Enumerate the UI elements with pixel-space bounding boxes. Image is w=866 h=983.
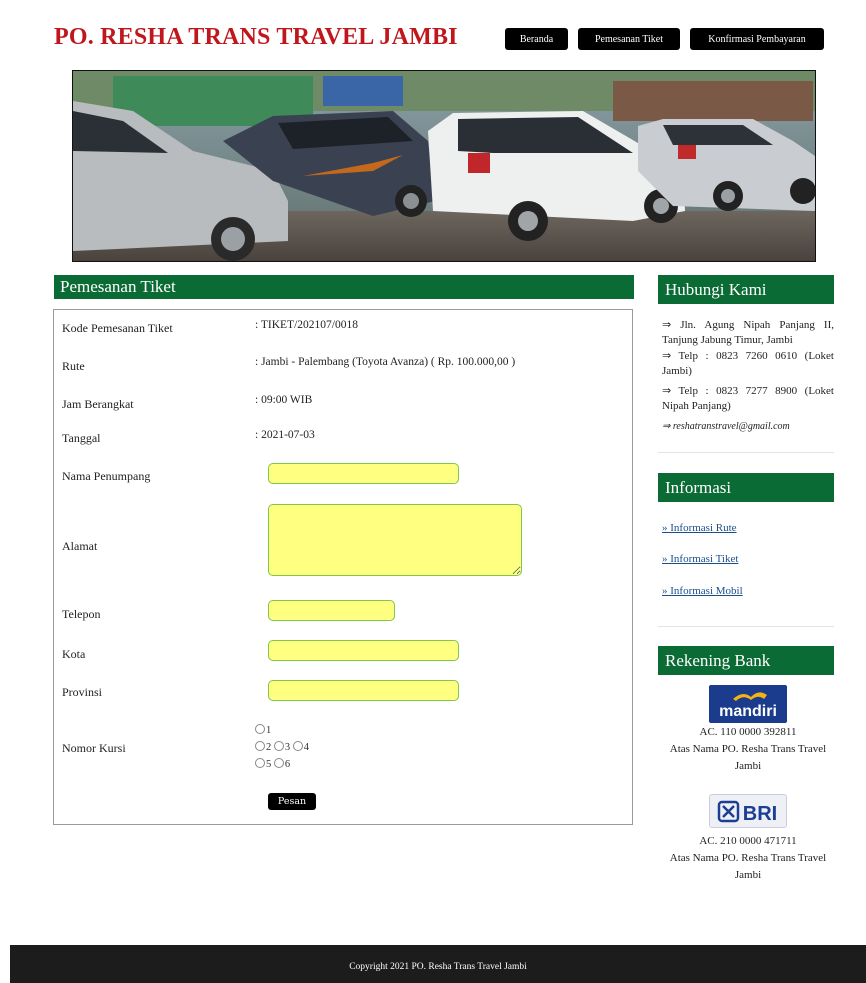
sidebar-divider <box>658 626 834 627</box>
tanggal-value: : 2021-07-03 <box>255 429 315 441</box>
seat-6-radio[interactable]: 6 <box>273 758 290 770</box>
mandiri-account-number: AC. 110 0000 392811 <box>699 726 797 738</box>
contact-phone-nipah: ⇒ Telp : 0823 7277 8900 (Loket Nipah Pan… <box>662 385 834 412</box>
contact-address: ⇒ Jln. Agung Nipah Panjang II, Tanjung J… <box>662 319 834 346</box>
kursi-row-3: 5 6 <box>255 758 290 770</box>
nav-beranda-button[interactable]: Beranda <box>505 28 568 50</box>
provinsi-input[interactable] <box>268 680 459 701</box>
seat-1-radio[interactable]: 1 <box>255 724 271 736</box>
kursi-row-2: 2 3 4 <box>255 741 309 753</box>
pesan-button[interactable]: Pesan <box>268 793 316 810</box>
sidebar-divider <box>658 452 834 453</box>
provinsi-label: Provinsi <box>62 685 103 699</box>
mandiri-account-holder: Atas Nama PO. Resha Trans Travel Jambi <box>669 743 827 772</box>
seat-2-radio[interactable]: 2 <box>255 741 271 753</box>
kursi-label: Nomor Kursi <box>62 741 126 755</box>
jam-value: : 09:00 WIB <box>255 394 313 406</box>
nav-konfirmasi-pembayaran-button[interactable]: Konfirmasi Pembayaran <box>690 28 824 50</box>
header: PO. RESHA TRANS TRAVEL JAMBI Beranda Pem… <box>0 0 866 66</box>
alamat-textarea[interactable] <box>268 504 522 576</box>
bri-account-number: AC. 210 0000 471711 <box>699 835 797 847</box>
kota-label: Kota <box>62 647 86 661</box>
tanggal-label: Tanggal <box>62 431 101 445</box>
informasi-mobil-link[interactable]: » Informasi Mobil <box>662 585 743 597</box>
booking-form: Kode Pemesanan Tiket : TIKET/202107/0018… <box>53 309 633 825</box>
informasi-tiket-link[interactable]: » Informasi Tiket <box>662 553 738 565</box>
bri-logo-icon: BRI <box>709 794 787 828</box>
nama-label: Nama Penumpang <box>62 469 151 483</box>
contact-email: ⇒ reshatranstravel@gmail.com <box>662 421 790 432</box>
bri-account-holder: Atas Nama PO. Resha Trans Travel Jambi <box>669 852 827 881</box>
rute-label: Rute <box>62 359 85 373</box>
banner-image <box>72 70 816 262</box>
main-heading: Pemesanan Tiket <box>54 275 634 299</box>
kota-input[interactable] <box>268 640 459 661</box>
jam-label: Jam Berangkat <box>62 397 134 411</box>
informasi-rute-link[interactable]: » Informasi Rute <box>662 522 737 534</box>
svg-text:BRI: BRI <box>743 803 777 825</box>
seat-5-radio[interactable]: 5 <box>255 758 271 770</box>
mandiri-logo-icon: mandiri <box>709 685 787 723</box>
rekening-bank-heading: Rekening Bank <box>658 646 834 675</box>
informasi-heading: Informasi <box>658 473 834 502</box>
nav-pemesanan-tiket-button[interactable]: Pemesanan Tiket <box>578 28 680 50</box>
rute-value: : Jambi - Palembang (Toyota Avanza) ( Rp… <box>255 356 516 368</box>
kode-value: : TIKET/202107/0018 <box>255 319 358 331</box>
hubungi-kami-heading: Hubungi Kami <box>658 275 834 304</box>
nama-penumpang-input[interactable] <box>268 463 459 484</box>
telepon-label: Telepon <box>62 607 101 621</box>
seat-3-radio[interactable]: 3 <box>273 741 290 753</box>
footer: Copyright 2021 PO. Resha Trans Travel Ja… <box>10 945 866 983</box>
telepon-input[interactable] <box>268 600 395 621</box>
seat-4-radio[interactable]: 4 <box>292 741 309 753</box>
alamat-label: Alamat <box>62 539 98 553</box>
svg-text:mandiri: mandiri <box>719 703 777 720</box>
footer-copyright: Copyright 2021 PO. Resha Trans Travel Ja… <box>349 962 527 972</box>
kursi-row-1: 1 <box>255 724 271 736</box>
site-title: PO. RESHA TRANS TRAVEL JAMBI <box>54 24 458 50</box>
contact-phone-jambi: ⇒ Telp : 0823 7260 0610 (Loket Jambi) <box>662 350 834 377</box>
kode-label: Kode Pemesanan Tiket <box>62 321 173 335</box>
